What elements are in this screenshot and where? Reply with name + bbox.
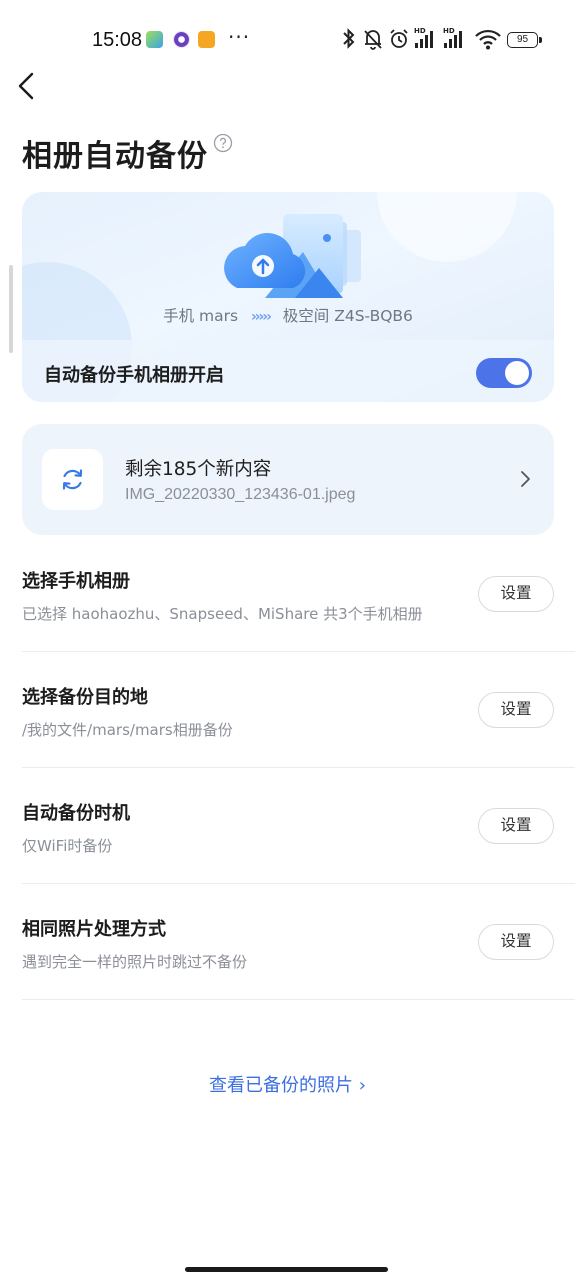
setting-title: 选择备份目的地 — [22, 687, 148, 708]
question-circle-icon[interactable] — [213, 133, 233, 153]
setting-subtitle: 遇到完全一样的照片时跳过不备份 — [22, 953, 248, 971]
wifi-icon — [475, 29, 501, 50]
home-indicator[interactable] — [185, 1267, 388, 1272]
setting-row-timing: 自动备份时机 仅WiFi时备份 设置 — [22, 768, 575, 884]
app-purple-icon — [173, 31, 190, 48]
mute-bell-icon — [364, 30, 382, 50]
page-title: 相册自动备份 — [22, 139, 208, 174]
setting-row-duplicates: 相同照片处理方式 遇到完全一样的照片时跳过不备份 设置 — [22, 884, 575, 1000]
backup-summary-card: 手机 mars ››››› 极空间 Z4S-BQB6 自动备份手机相册开启 — [22, 192, 554, 402]
back-arrow-icon[interactable] — [14, 68, 44, 104]
sync-icon — [62, 469, 83, 490]
setting-subtitle: 仅WiFi时备份 — [22, 837, 113, 855]
sync-icon-box — [42, 449, 103, 510]
setting-title: 自动备份时机 — [22, 803, 130, 824]
pending-file-name: IMG_20220330_123436-01.jpeg — [125, 486, 356, 503]
bluetooth-icon — [343, 28, 355, 49]
toggle-knob — [505, 361, 529, 385]
more-notifications-icon: ··· — [228, 25, 251, 49]
signal-icon-1 — [415, 31, 433, 48]
set-destination-button[interactable]: 设置 — [478, 692, 554, 728]
setting-subtitle: 已选择 haohaozhu、Snapseed、MiShare 共3个手机相册 — [22, 605, 423, 623]
auto-backup-toggle[interactable] — [476, 358, 532, 388]
setting-title: 相同照片处理方式 — [22, 919, 166, 940]
set-duplicates-button[interactable]: 设置 — [478, 924, 554, 960]
pending-count: 剩余185个新内容 — [125, 459, 272, 480]
cloud-upload-photos-illustration — [224, 214, 361, 298]
status-bar: 15:08 ··· HD HD 95 — [0, 0, 575, 80]
signal-icon-2 — [444, 31, 462, 48]
chevron-right-icon — [521, 471, 530, 487]
battery-icon: 95 — [507, 32, 542, 48]
status-time: 15:08 — [92, 29, 143, 51]
set-album-button[interactable]: 设置 — [478, 576, 554, 612]
setting-title: 选择手机相册 — [22, 571, 130, 592]
setting-subtitle: /我的文件/mars/mars相册备份 — [22, 721, 233, 739]
divider — [22, 999, 575, 1000]
decor-bubble — [377, 192, 517, 262]
app-green-icon — [146, 31, 163, 48]
set-timing-button[interactable]: 设置 — [478, 808, 554, 844]
destination-device: 极空间 Z4S-BQB6 — [282, 307, 413, 325]
route-arrows-icon: ››››› — [251, 309, 272, 325]
source-device: 手机 mars — [163, 307, 239, 325]
auto-backup-toggle-label: 自动备份手机相册开启 — [44, 365, 224, 386]
app-orange-icon — [198, 31, 215, 48]
alarm-icon — [390, 29, 408, 48]
view-backed-up-photos-link[interactable]: 查看已备份的照片 › — [0, 1071, 575, 1097]
setting-row-album: 选择手机相册 已选择 haohaozhu、Snapseed、MiShare 共3… — [22, 536, 575, 652]
setting-row-destination: 选择备份目的地 /我的文件/mars/mars相册备份 设置 — [22, 652, 575, 768]
pending-backup-card[interactable]: 剩余185个新内容 IMG_20220330_123436-01.jpeg — [22, 424, 554, 535]
backup-route: 手机 mars ››››› 极空间 Z4S-BQB6 — [22, 304, 554, 326]
edge-scroll-indicator — [9, 265, 13, 353]
